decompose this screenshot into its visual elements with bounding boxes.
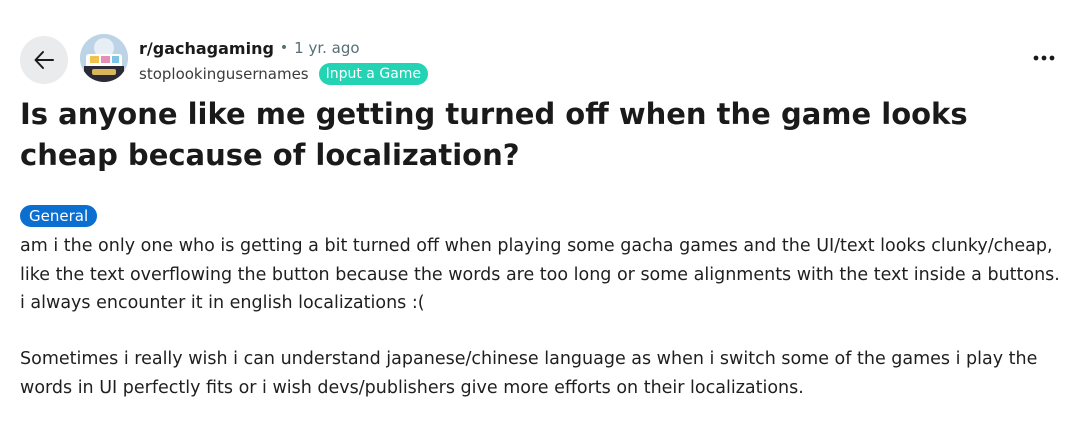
arrow-left-icon	[34, 51, 54, 69]
post-flair-badge[interactable]: General	[20, 205, 98, 227]
meta-separator: •	[279, 40, 289, 56]
post-body: am i the only one who is getting a bit t…	[20, 232, 1065, 430]
post-paragraph: Sometimes i really wish i can understand…	[20, 349, 1038, 398]
post-meta: r/gachagaming • 1 yr. ago stoplookinguse…	[139, 36, 429, 87]
subreddit-name[interactable]: r/gachagaming	[139, 39, 274, 58]
post-page: r/gachagaming • 1 yr. ago stoplookinguse…	[0, 0, 1080, 435]
more-options-icon	[1033, 55, 1055, 61]
post-title: Is anyone like me getting turned off whe…	[20, 97, 968, 172]
back-button[interactable]	[20, 36, 68, 84]
user-flair-badge: Input a Game	[318, 63, 429, 85]
author-username[interactable]: stoplookingusernames	[139, 65, 309, 83]
more-options-button[interactable]	[1028, 44, 1060, 72]
subreddit-avatar[interactable]	[80, 34, 128, 82]
post-paragraph: am i the only one who is getting a bit t…	[20, 236, 1060, 314]
post-age: 1 yr. ago	[294, 39, 360, 57]
